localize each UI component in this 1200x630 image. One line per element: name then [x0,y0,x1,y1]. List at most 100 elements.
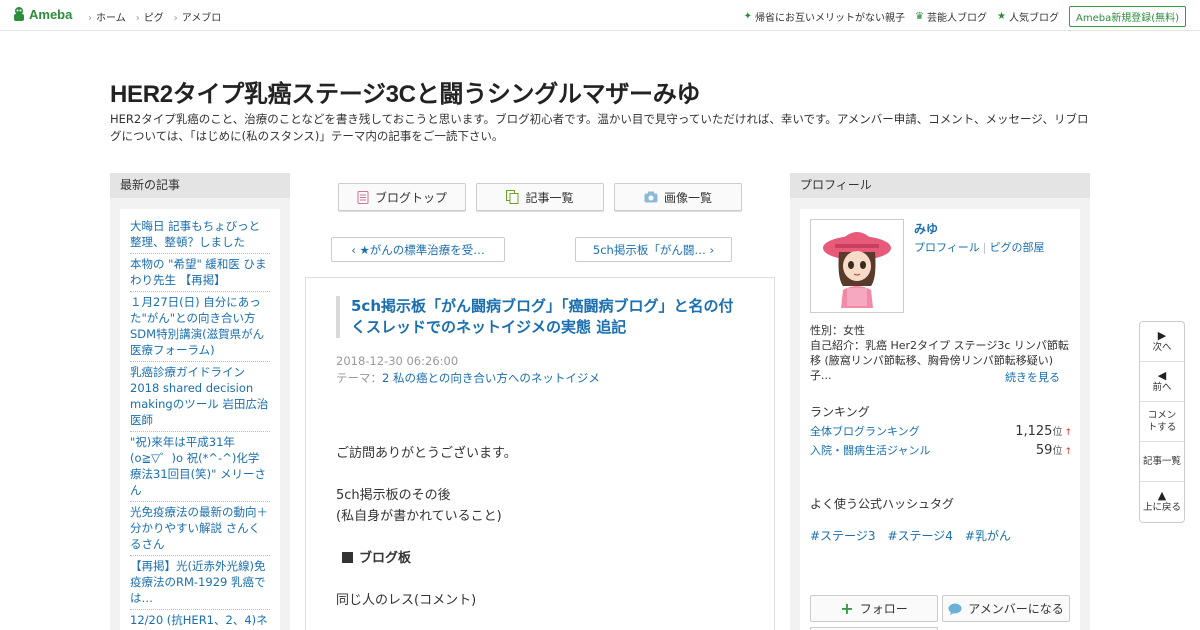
blog-top-label: ブログトップ [374,190,447,205]
list-item[interactable]: 光免疫療法の最新の動向＋分かりやすい解説 さんくるさん [130,502,270,556]
list-item[interactable]: 本物の "希望" 緩和医 ひまわり先生 【再掲】 [130,254,270,292]
profile-panel: プロフィール みゆ プロフィール | ピグの部屋 性別：女性 自己紹介：乳癌 Her… [790,173,1090,630]
list-item[interactable]: 大晦日 記事もちょびっと整理、整頓？しました [130,216,270,254]
ranking-row-genre: 入院・闘病生活ジャンル 59位 ↑ [810,442,1072,458]
image-list-label: 画像一覧 [663,190,712,205]
celebrity-blog-link[interactable]: ♛ 芸能人ブログ [915,9,987,24]
list-item[interactable]: 【再掲】光(近赤外光線)免疫療法のRM-1929 乳癌では… [130,556,270,610]
hashtag-link[interactable]: #乳がん [965,527,1011,544]
article-paragraph: (私自身が書かれていること) [336,509,502,524]
ranking-row-overall: 全体ブログランキング 1,125位 ↑ [810,423,1072,439]
follow-button[interactable]: + フォロー [810,595,938,622]
prev-button[interactable]: ◀ 前へ [1140,362,1184,402]
article-paragraph: ご訪問ありがとうございます。 [336,446,517,461]
register-button[interactable]: Ameba新規登録(無料) [1068,6,1186,27]
ranking-label[interactable]: 全体ブログランキング [810,423,920,439]
list-item[interactable]: 12/20 (抗HER1、2、4)ネラチニブ＋ゼローダ＞(抗 [130,610,270,630]
ameba-logo[interactable]: Ameba [12,6,72,22]
next-button[interactable]: ▶ 次へ [1140,322,1184,362]
profile-card: みゆ プロフィール | ピグの部屋 性別：女性 自己紹介：乳癌 Her2タイプ ステ… [800,209,1080,630]
comment-label: コメントする [1147,409,1177,433]
triangle-up-icon: ▲ [1157,489,1167,502]
latest-articles-panel: 最新の記事 大晦日 記事もちょびっと整理、整頓？しました 本物の "希望" 緩和… [110,173,290,630]
article-date: 2018-12-30 06:26:00 [336,354,459,368]
list-item[interactable]: １月27日(日) 自分にあった"がん"との向き合い方 SDM特別講演(滋賀県がん… [130,292,270,362]
article-paragraph: 同じ人のレス(コメント) [336,593,477,608]
nav-ameblo[interactable]: アメブロ [174,9,222,24]
crown-icon: ♛ [915,11,925,22]
image-list-button[interactable]: 画像一覧 [614,183,742,211]
article-body: ご訪問ありがとうございます。 5ch掲示板のその後 (私自身が書かれていること)… [336,443,756,611]
latest-articles-heading: 最新の記事 [110,173,290,198]
arrow-up-icon: ↑ [1064,447,1072,457]
document-icon [357,190,369,204]
square-bullet-icon [342,552,353,563]
amember-label: アメンバーになる [968,602,1064,616]
follow-label: フォロー [859,602,908,616]
profile-gender: 性別：女性 [810,324,865,337]
article: 5ch掲示板「がん闘病ブログ」「癌闘病ブログ」と名の付くスレッドでのネットイジメ… [305,277,775,630]
article-paragraph: 5ch掲示板のその後 [336,488,451,503]
read-more-link[interactable]: 続きを見る [1005,369,1060,385]
hashtag-link[interactable]: #ステージ4 [887,527,952,544]
ranking-unit: 位 [1052,446,1063,457]
popular-blog-link[interactable]: ★ 人気ブログ [997,9,1059,24]
camera-icon [644,191,658,203]
profile-heading: プロフィール [790,173,1090,198]
next-label: 次へ [1152,341,1172,353]
back-to-top-label: 上に戻る [1142,502,1181,513]
play-right-icon: ▶ [1157,328,1167,342]
blog-top-button[interactable]: ブログトップ [338,183,466,211]
chat-bubble-icon [948,603,962,615]
prev-label: 前へ [1152,381,1172,393]
arrow-up-icon: ↑ [1064,428,1072,438]
celebrity-blog-label: 芸能人ブログ [927,13,988,24]
article-list-button[interactable]: 記事一覧 [476,183,604,211]
plus-icon: + [840,599,854,618]
ranking-label[interactable]: 入院・闘病生活ジャンル [810,442,930,458]
ranking-heading: ランキング [810,405,870,419]
theme-label: テーマ： [336,371,382,385]
back-to-top-button[interactable]: ▲ 上に戻る [1140,482,1184,522]
avatar-image [823,232,891,308]
pig-room-link[interactable]: ピグの部屋 [990,241,1045,254]
top-nav: ホーム ピグ アメブロ [88,9,221,24]
nav-pig[interactable]: ピグ [136,9,164,24]
profile-name[interactable]: みゆ [914,220,938,237]
hashtag-link[interactable]: #ステージ3 [810,527,875,544]
link-separator: | [982,241,987,254]
article-heading: ブログ板 [336,548,756,569]
comment-button[interactable]: コメントする [1140,402,1184,442]
theme-link[interactable]: 2 私の癌との向き合い方へのネットイジメ [382,371,600,385]
next-article-link[interactable]: 5ch掲示板「がん闘… › [575,237,732,262]
article-list-label: 記事一覧 [525,190,574,205]
ameba-logo-icon [14,7,24,21]
article-theme: テーマ：2 私の癌との向き合い方へのネットイジメ [336,370,600,386]
hashtag-heading: よく使う公式ハッシュタグ [810,497,955,511]
article-list-side-button[interactable]: 記事一覧 [1140,442,1184,482]
profile-link[interactable]: プロフィール [914,241,980,254]
ranking-value: 59位 ↑ [1036,442,1072,458]
blog-title[interactable]: HER2タイプ乳癌ステージ3Cと闘うシングルマザーみゆ [110,74,700,109]
star-icon: ★ [997,11,1006,22]
hashtag-list: #ステージ3 #ステージ4 #乳がん [810,527,1011,544]
article-heading-text: ブログ板 [359,551,412,566]
avatar[interactable] [810,219,904,313]
trending-link-label: 帰省にお互いメリットがない親子 [755,13,906,24]
list-item[interactable]: "祝)来年は平成31年(o≧▽゜)o 祝(*^-^)化学療法31回目(笑)" メ… [130,432,270,502]
latest-articles-list: 大晦日 記事もちょびっと整理、整頓？しました 本物の "希望" 緩和医 ひまわり… [120,209,280,630]
floating-side-nav: ▶ 次へ ◀ 前へ コメントする 記事一覧 ▲ 上に戻る [1139,321,1185,523]
list-item[interactable]: 乳癌診療ガイドライン2018 shared decision makingのツー… [130,362,270,432]
popular-blog-label: 人気ブログ [1008,13,1059,24]
top-right-links: ✦ 帰省にお互いメリットがない親子 ♛ 芸能人ブログ ★ 人気ブログ Ameba新規登… [744,6,1186,27]
logo-text: Ameba [29,6,73,22]
article-list-side-label: 記事一覧 [1142,455,1181,467]
top-bar: Ameba ホーム ピグ アメブロ ✦帰省にお互いメリットがない親子 ♛芸能人ブ… [0,0,1200,31]
trending-link[interactable]: ✦ 帰省にお互いメリットがない親子 [744,9,905,24]
list-icon [506,190,519,204]
ranking-unit: 位 [1052,427,1063,438]
amember-button[interactable]: アメンバーになる [942,595,1070,622]
nav-home[interactable]: ホーム [88,9,126,24]
article-title[interactable]: 5ch掲示板「がん闘病ブログ」「癌闘病ブログ」と名の付くスレッドでのネットイジメ… [336,296,736,338]
prev-article-link[interactable]: ‹ ★がんの標準治療を受… [331,237,505,262]
